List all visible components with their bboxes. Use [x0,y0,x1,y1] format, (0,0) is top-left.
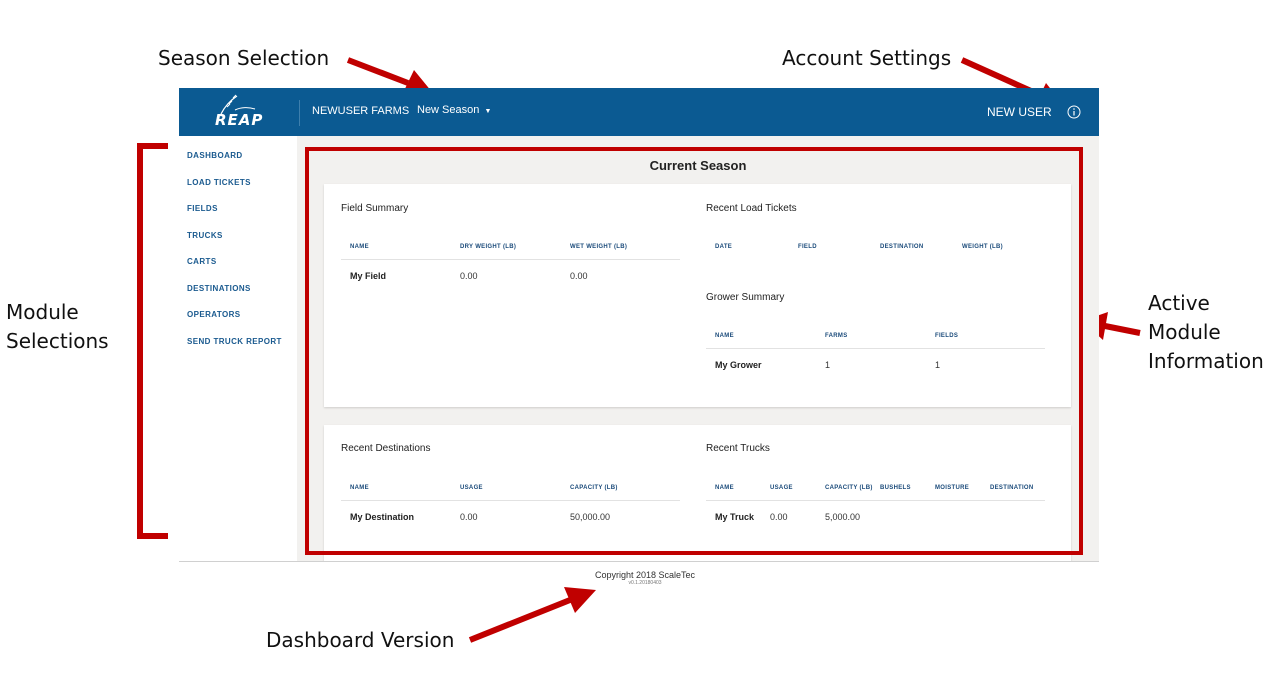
column-header: DRY WEIGHT (LB) [460,244,517,250]
logo-text: REAP [215,111,264,129]
copyright-text: Copyright 2018 ScaleTec [594,570,696,580]
column-header: FIELD [798,244,817,250]
farm-name[interactable]: NEWUSER FARMS [312,105,409,117]
version-text: v0.1.20180403 [628,580,662,586]
grower-summary-title: Grower Summary [706,292,785,303]
table-cell[interactable]: My Grower [715,360,762,370]
recent-activity-card: Recent Destinations NAME USAGE CAPACITY … [324,425,1071,561]
season-selection-callout: Season Selection [158,46,330,70]
module-selections-callout: Module Selections [6,298,109,356]
user-name[interactable]: NEW USER [987,105,1052,119]
module-bracket [137,143,168,539]
sidebar-item-dashboard[interactable]: DASHBOARD [187,151,243,160]
sidebar-item-fields[interactable]: FIELDS [187,204,218,213]
table-cell[interactable]: My Field [350,271,386,281]
column-header: DESTINATION [990,485,1034,491]
column-header: USAGE [770,485,793,491]
sidebar-item-destinations[interactable]: DESTINATIONS [187,284,251,293]
column-header: CAPACITY (LB) [570,485,618,491]
table-cell: 0.00 [460,271,478,281]
active-module-line2: Module [1148,320,1221,344]
sidebar-item-operators[interactable]: OPERATORS [187,310,241,319]
header-divider [299,100,300,126]
app-header: REAP NEWUSER FARMS New Season ▼ NEW USER [179,88,1099,136]
column-header: WET WEIGHT (LB) [570,244,628,250]
footer-divider [179,561,1099,562]
field-summary-title: Field Summary [341,203,409,214]
sidebar-item-trucks[interactable]: TRUCKS [187,231,223,240]
table-cell: 5,000.00 [825,512,861,522]
column-header: DESTINATION [880,244,924,250]
table-divider [706,348,1045,349]
active-module-line3: Information [1148,349,1264,373]
table-cell[interactable]: My Truck [715,512,754,522]
active-module-line1: Active [1148,291,1210,315]
column-header: CAPACITY (LB) [825,485,873,491]
page-title: Current Season [649,158,747,173]
column-header: NAME [715,485,734,491]
column-header: NAME [350,244,369,250]
column-header: DATE [715,244,733,250]
account-settings-callout: Account Settings [782,46,952,70]
column-header: USAGE [460,485,483,491]
sidebar-item-carts[interactable]: CARTS [187,257,217,266]
column-header: NAME [715,333,734,339]
column-header: NAME [350,485,369,491]
season-dropdown[interactable]: New Season ▼ [417,104,491,116]
module-selections-line1: Module [6,300,79,324]
recent-load-tickets-title: Recent Load Tickets [706,203,797,214]
table-cell: 1 [935,360,941,370]
reap-logo[interactable]: REAP [211,94,271,130]
column-header: MOISTURE [935,485,970,491]
table-cell: 50,000.00 [570,512,611,522]
sidebar-item-load-tickets[interactable]: LOAD TICKETS [187,178,251,187]
table-divider [341,500,680,501]
table-cell: 0.00 [570,271,588,281]
column-header: WEIGHT (LB) [962,244,1003,250]
module-selections-line2: Selections [6,329,109,353]
column-header: FARMS [825,333,848,339]
table-cell: 0.00 [770,512,788,522]
table-cell: 0.00 [460,512,478,522]
table-cell: 1 [825,360,831,370]
dashboard-version-callout: Dashboard Version [266,628,455,652]
summary-card: Field Summary NAME DRY WEIGHT (LB) WET W… [324,184,1071,407]
recent-trucks-title: Recent Trucks [706,443,770,454]
sidebar: DASHBOARD LOAD TICKETS FIELDS TRUCKS CAR… [179,136,297,561]
sidebar-item-send-truck-report[interactable]: SEND TRUCK REPORT [187,337,282,346]
active-module-callout: Active Module Information [1148,289,1264,376]
info-circle-icon[interactable] [1067,105,1081,119]
season-label: New Season [417,104,480,116]
table-divider [706,500,1045,501]
column-header: FIELDS [935,333,959,339]
caret-down-icon: ▼ [484,108,492,115]
main-content: Current Season Field Summary NAME DRY WE… [297,136,1099,561]
table-divider [341,259,680,260]
table-cell[interactable]: My Destination [350,512,414,522]
recent-destinations-title: Recent Destinations [341,443,431,454]
column-header: BUSHELS [880,485,911,491]
